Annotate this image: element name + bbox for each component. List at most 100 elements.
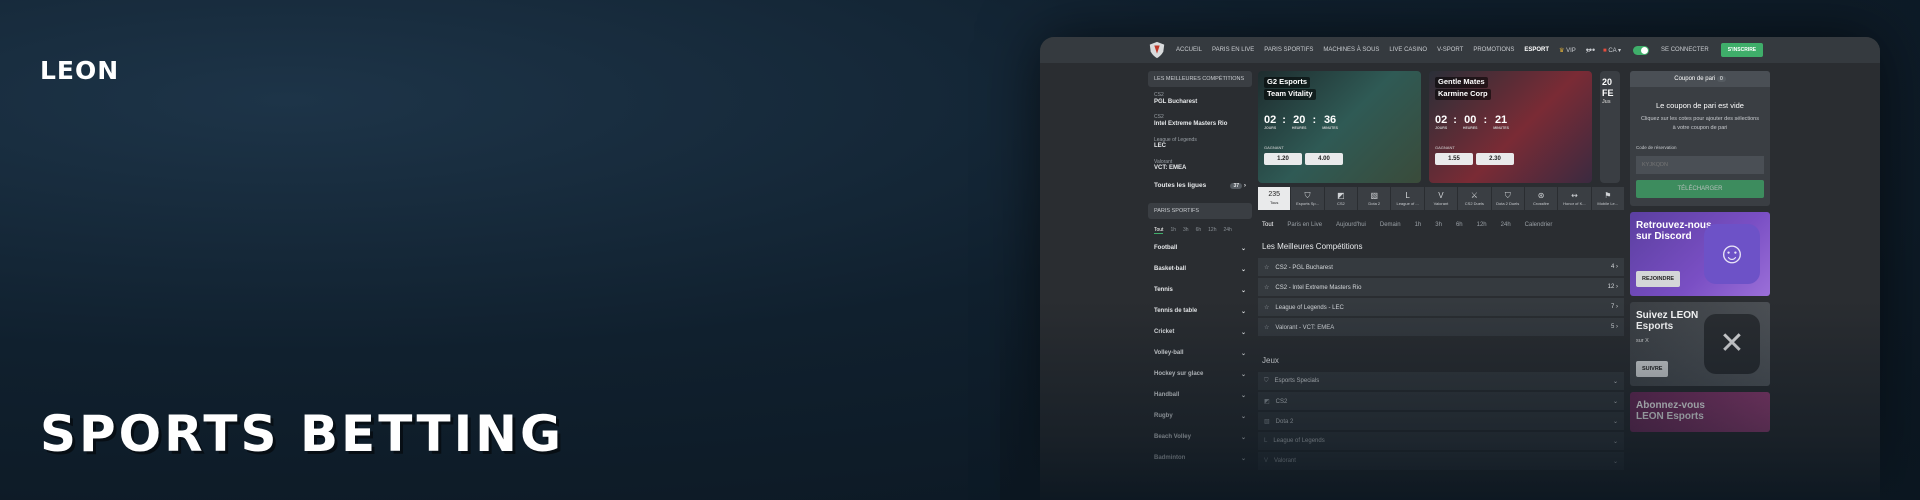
odd-button-2[interactable]: 4.00 [1305, 153, 1343, 165]
star-icon[interactable]: ☆ [1264, 305, 1269, 311]
sidebar-competition-item[interactable]: League of Legends LEC [1148, 132, 1252, 154]
game-row[interactable]: ◩ CS2 ⌄ [1258, 392, 1624, 410]
upload-button[interactable]: TÉLÉCHARGER [1636, 179, 1764, 198]
star-icon[interactable]: ☆ [1264, 325, 1269, 331]
tab-3h[interactable]: 3h [1435, 222, 1442, 228]
chevron-down-icon: ⌄ [1240, 456, 1246, 463]
search-icon[interactable]: ⌕ [1586, 45, 1591, 56]
game-row[interactable]: ⛉ Esports Specials ⌄ [1258, 372, 1624, 390]
featured-matches: G2 Esports Team Vitality 02 JOURS : 20 HEUR… [1258, 71, 1624, 183]
game-row[interactable]: V Valorant ⌄ [1258, 452, 1624, 470]
site-screenshot: ACCUEIL PARIS EN LIVE PARIS SPORTIFS MAC… [1040, 37, 1880, 500]
shield-icon: ⛉ [1264, 377, 1269, 384]
sport-item-badminton[interactable]: Badminton ⌄ [1148, 448, 1252, 469]
sidebar-sports-title: PARIS SPORTIFS [1148, 203, 1252, 220]
tab-tout[interactable]: Tout [1262, 222, 1273, 228]
discord-promo[interactable]: Retrouvez-nous sur Discord REJOINDRE ☺ [1630, 211, 1770, 296]
competition-row[interactable]: ☆ League of Legends - LEC 7 › [1258, 298, 1624, 316]
nav-machines-a-sous[interactable]: MACHINES À SOUS [1323, 47, 1379, 53]
sport-item-cricket[interactable]: Cricket ⌄ [1148, 322, 1252, 343]
tab-demain[interactable]: Demain [1380, 222, 1401, 228]
star-icon[interactable]: ☆ [1264, 265, 1269, 271]
nav-paris-sportifs[interactable]: PARIS SPORTIFS [1264, 47, 1313, 53]
match-banner[interactable]: Gentle Mates Karmine Corp 02 JOURS : 00 HEU… [1429, 71, 1592, 183]
sport-item-basketball[interactable]: Basket-ball ⌄ [1148, 259, 1252, 280]
game-filter-esports-specials[interactable]: ⛉ Esports Sp... [1291, 187, 1324, 210]
nav-v-sport[interactable]: V-SPORT [1437, 47, 1463, 53]
game-filter-honor-of-kings[interactable]: ↭ Honor of K... [1558, 187, 1591, 210]
sidebar-competition-item[interactable]: Valorant VCT: EMEA [1148, 154, 1252, 176]
star-icon[interactable]: ☆ [1264, 285, 1269, 291]
chevron-down-icon: ⌄ [1612, 458, 1618, 465]
time-filter-6h[interactable]: 6h [1196, 227, 1202, 234]
x-promo[interactable]: Suivez LEON Esports sur X SUIVRE ✕ [1630, 301, 1770, 386]
competition-row[interactable]: ☆ CS2 - PGL Bucharest 4 › [1258, 258, 1624, 276]
game-filter-valorant[interactable]: V Valorant [1424, 187, 1458, 210]
sidebar-competition-item[interactable]: CS2 Intel Extreme Masters Rio [1148, 109, 1252, 131]
chevron-down-icon: ⌄ [1240, 330, 1246, 337]
game-filter-cs2-duels[interactable]: ⚔ CS2 Duels [1458, 187, 1491, 210]
sport-item-volleyball[interactable]: Volley-ball ⌄ [1148, 343, 1252, 364]
nav-vip[interactable]: ♛ VIP [1559, 47, 1576, 54]
tab-12h[interactable]: 12h [1477, 222, 1487, 228]
tab-paris-en-live[interactable]: Paris en Live [1287, 222, 1322, 228]
nav-promotions[interactable]: PROMOTIONS [1473, 47, 1514, 53]
winner-label: GAGNANT [1435, 145, 1455, 150]
theme-toggle[interactable] [1633, 45, 1650, 55]
register-button[interactable]: S'INSCRIRE [1720, 43, 1764, 57]
chevron-down-icon: ⌄ [1240, 309, 1246, 316]
follow-button[interactable]: SUIVRE [1636, 360, 1669, 377]
game-row[interactable]: L League of Legends ⌄ [1258, 432, 1624, 450]
game-row[interactable]: ▧ Dota 2 ⌄ [1258, 412, 1624, 430]
nav-esport[interactable]: ESPORT [1524, 47, 1549, 53]
match-banner[interactable]: G2 Esports Team Vitality 02 JOURS : 20 HEUR… [1258, 71, 1421, 183]
nav-paris-en-live[interactable]: PARIS EN LIVE [1212, 47, 1254, 53]
flag-icon: ■ [1603, 47, 1607, 54]
tab-calendrier[interactable]: Calendrier [1525, 222, 1553, 228]
tab-6h[interactable]: 6h [1456, 222, 1463, 228]
cs2-duels-icon: ⚔ [1470, 191, 1478, 200]
booking-code-input[interactable] [1636, 155, 1764, 174]
game-filter-lol[interactable]: L League of ... [1391, 187, 1424, 210]
time-filter-all[interactable]: Tout [1154, 227, 1164, 235]
nav-accueil[interactable]: ACCUEIL [1176, 47, 1202, 53]
game-filter-dota2[interactable]: ▧ Dota 2 [1358, 187, 1391, 210]
time-filter-12h[interactable]: 12h [1208, 227, 1216, 234]
time-filter-3h[interactable]: 3h [1183, 227, 1189, 234]
sport-item-football[interactable]: Football ⌄ [1148, 238, 1252, 259]
chevron-right-icon: › [1616, 324, 1618, 330]
language-selector[interactable]: ■ CA ▾ [1603, 47, 1621, 54]
sport-item-beach-volley[interactable]: Beach Volley ⌄ [1148, 427, 1252, 448]
game-filter-mobile-legends[interactable]: ⚑ Mobile Le... [1591, 187, 1624, 210]
competition-row[interactable]: ☆ Valorant - VCT: EMEA 5 › [1258, 318, 1624, 336]
tab-aujourdhui[interactable]: Aujourd'hui [1336, 222, 1366, 228]
bet-coupon: Coupon de pari 0 Le coupon de pari est v… [1630, 71, 1770, 206]
competition-row[interactable]: ☆ CS2 - Intel Extreme Masters Rio 12 › [1258, 278, 1624, 296]
game-filter-all[interactable]: 235 Tous [1258, 187, 1291, 210]
sport-item-tennis[interactable]: Tennis ⌄ [1148, 280, 1252, 301]
time-filter-1h[interactable]: 1h [1170, 227, 1176, 234]
login-link[interactable]: SE CONNECTER [1661, 47, 1709, 53]
game-filter-dota2-duels[interactable]: ⛉ Dota 2 Duels [1491, 187, 1524, 210]
odd-button-1[interactable]: 1.55 [1435, 153, 1473, 165]
sidebar-competition-item[interactable]: CS2 PGL Bucharest [1148, 87, 1252, 109]
sport-item-handball[interactable]: Handball ⌄ [1148, 385, 1252, 406]
nav-live-casino[interactable]: LIVE CASINO [1389, 47, 1427, 53]
sport-item-table-tennis[interactable]: Tennis de table ⌄ [1148, 301, 1252, 322]
tab-24h[interactable]: 24h [1501, 222, 1511, 228]
join-button[interactable]: REJOINDRE [1636, 270, 1681, 287]
crossfire-icon: ⊛ [1537, 191, 1545, 200]
leon-shield-icon[interactable] [1148, 41, 1166, 59]
game-filter-cs2[interactable]: ◩ CS2 [1324, 187, 1358, 210]
match-banner-partial[interactable]: 20 FE Jus [1600, 71, 1620, 183]
subscribe-promo[interactable]: Abonnez-vous LEON Esports [1630, 391, 1770, 432]
sport-item-ice-hockey[interactable]: Hockey sur glace ⌄ [1148, 364, 1252, 385]
odd-button-1[interactable]: 1.20 [1264, 153, 1302, 165]
bet-coupon-column: Coupon de pari 0 Le coupon de pari est v… [1630, 71, 1770, 432]
sport-item-rugby[interactable]: Rugby ⌄ [1148, 406, 1252, 427]
tab-1h[interactable]: 1h [1415, 222, 1422, 228]
game-filter-crossfire[interactable]: ⊛ Crossfire [1524, 187, 1558, 210]
time-filter-24h[interactable]: 24h [1223, 227, 1231, 234]
all-leagues-link[interactable]: Toutes les ligues 37 › [1148, 176, 1252, 195]
odd-button-2[interactable]: 2.30 [1476, 153, 1514, 165]
